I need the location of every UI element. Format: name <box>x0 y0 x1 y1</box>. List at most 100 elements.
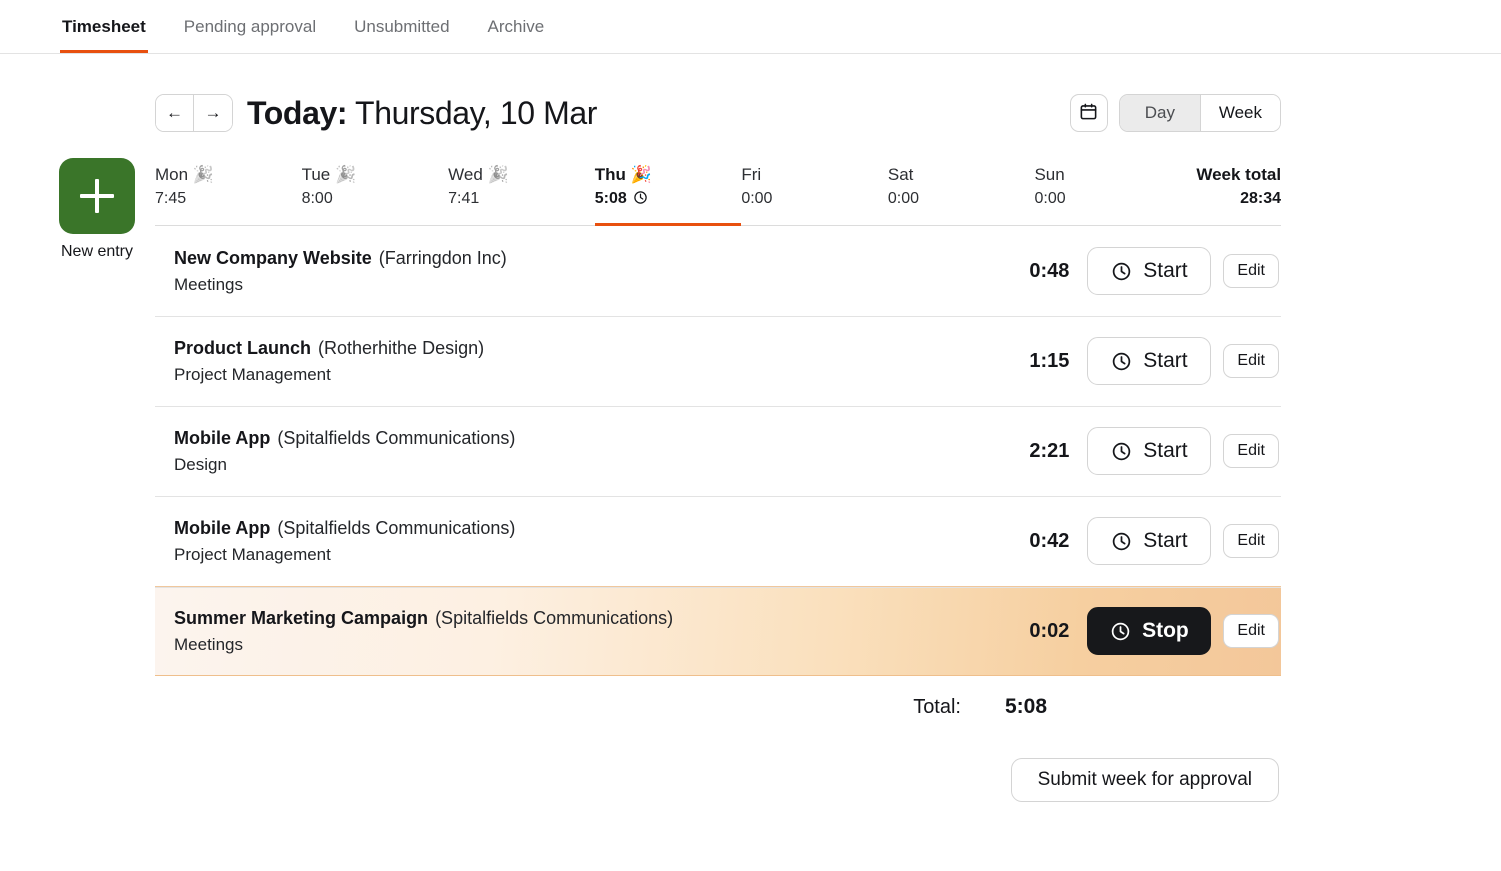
weekday-name: Sat <box>887 165 914 184</box>
start-timer-button[interactable]: Start <box>1087 337 1212 386</box>
new-entry-rail: New entry <box>59 158 135 261</box>
timesheet-entry-row[interactable]: Summer Marketing Campaign (Spitalfields C… <box>155 586 1281 677</box>
entry-client: (Rotherhithe Design) <box>318 337 485 358</box>
timer-button-label: Start <box>1143 529 1188 553</box>
edit-entry-button[interactable]: Edit <box>1223 524 1279 559</box>
party-popper-icon: 🎉 <box>330 165 357 184</box>
edit-entry-button[interactable]: Edit <box>1223 344 1279 379</box>
page-title-prefix: Today: <box>247 95 348 131</box>
next-day-button[interactable]: → <box>194 95 232 131</box>
entry-task: Design <box>174 454 227 474</box>
start-timer-button[interactable]: Start <box>1087 247 1212 296</box>
submit-week-button[interactable]: Submit week for approval <box>1010 758 1279 803</box>
new-entry-button[interactable] <box>59 158 135 234</box>
entry-client: (Farringdon Inc) <box>378 247 507 268</box>
entry-info: New Company Website (Farringdon Inc) Meeti… <box>174 245 991 298</box>
entry-info: Mobile App (Spitalfields Communications) D… <box>174 425 991 478</box>
view-mode-day[interactable]: Day <box>1119 95 1200 131</box>
page-body: New entry ← → Today: Thursday, 10 Mar Da… <box>0 54 1501 803</box>
entry-project: Summer Marketing Campaign <box>174 607 429 628</box>
entry-info: Mobile App (Spitalfields Communications) P… <box>174 515 991 568</box>
party-popper-icon: 🎉 <box>188 165 214 184</box>
weekday-name: Sun <box>1034 165 1065 184</box>
week-total-label: Week total <box>1196 165 1282 184</box>
party-popper-icon: 🎉 <box>625 165 652 184</box>
stop-timer-button[interactable]: Stop <box>1087 607 1212 656</box>
calendar-picker-button[interactable] <box>1069 94 1108 132</box>
stop-clock-icon <box>1110 621 1131 642</box>
edit-entry-button[interactable]: Edit <box>1223 614 1279 649</box>
week-total: Week total 28:34 <box>1181 164 1281 210</box>
entry-project: New Company Website <box>174 247 372 268</box>
weekday-total: 0:00 <box>1034 189 1066 207</box>
entry-heading: Mobile App (Spitalfields Communications) <box>174 515 991 541</box>
view-mode-week[interactable]: Week <box>1199 95 1280 131</box>
weekday-total: 0:00 <box>887 189 920 207</box>
weekday-strip: Mon 🎉 7:45 Tue 🎉 8:00 Wed 🎉 7:41 Thu 🎉 5:08 Fri 0… <box>155 164 1281 227</box>
running-clock-icon <box>633 189 648 212</box>
entry-task: Meetings <box>174 634 243 654</box>
view-mode-toggle: Day Week <box>1118 94 1281 132</box>
plus-icon <box>80 179 114 213</box>
timesheet-main: ← → Today: Thursday, 10 Mar Day Week Mon… <box>155 54 1281 803</box>
entry-duration: 0:02 <box>1029 619 1070 642</box>
entry-task: Meetings <box>174 274 243 294</box>
entry-project: Mobile App <box>174 517 271 538</box>
timesheet-entry-row[interactable]: Mobile App (Spitalfields Communications) P… <box>155 496 1281 586</box>
entry-duration: 2:21 <box>1029 439 1070 462</box>
entry-heading: Mobile App (Spitalfields Communications) <box>174 425 991 451</box>
weekday-mon[interactable]: Mon 🎉 7:45 <box>155 164 302 224</box>
weekday-wed[interactable]: Wed 🎉 7:41 <box>448 164 595 224</box>
start-clock-icon <box>1111 351 1132 372</box>
tab-archive[interactable]: Archive <box>486 0 547 52</box>
entry-client: (Spitalfields Communications) <box>435 607 674 628</box>
entry-project: Product Launch <box>174 337 312 358</box>
entry-duration: 1:15 <box>1029 349 1070 372</box>
timesheet-entry-row[interactable]: Mobile App (Spitalfields Communications) D… <box>155 406 1281 496</box>
entry-project: Mobile App <box>174 427 271 448</box>
timesheet-entry-row[interactable]: New Company Website (Farringdon Inc) Meeti… <box>155 226 1281 316</box>
day-total-value: 5:08 <box>1005 695 1048 719</box>
page-title-date: Thursday, 10 Mar <box>355 95 598 131</box>
start-timer-button[interactable]: Start <box>1087 427 1212 476</box>
weekday-name: Mon <box>155 165 189 184</box>
start-timer-button[interactable]: Start <box>1087 517 1212 566</box>
weekday-total: 7:41 <box>448 189 480 207</box>
weekday-name: Fri <box>741 165 762 184</box>
start-clock-icon <box>1111 441 1132 462</box>
day-total-label: Total: <box>913 695 961 718</box>
entry-duration: 0:42 <box>1029 529 1070 552</box>
tab-pending-approval[interactable]: Pending approval <box>182 0 318 52</box>
timer-button-label: Stop <box>1142 619 1189 643</box>
start-clock-icon <box>1111 531 1132 552</box>
start-clock-icon <box>1111 261 1132 282</box>
weekday-sun[interactable]: Sun 0:00 <box>1034 164 1181 224</box>
tab-timesheet[interactable]: Timesheet <box>60 0 148 53</box>
calendar-icon <box>1079 102 1098 124</box>
edit-entry-button[interactable]: Edit <box>1223 254 1279 289</box>
weekday-sat[interactable]: Sat 0:00 <box>888 164 1035 224</box>
entry-heading: Summer Marketing Campaign (Spitalfields C… <box>174 605 991 631</box>
entry-client: (Spitalfields Communications) <box>277 517 516 538</box>
new-entry-label: New entry <box>60 243 134 260</box>
day-total-row: Total: 5:08 <box>155 676 1281 738</box>
weekday-total: 7:45 <box>155 189 187 207</box>
weekday-total: 5:08 <box>594 189 627 207</box>
edit-entry-button[interactable]: Edit <box>1223 434 1279 469</box>
previous-day-button[interactable]: ← <box>156 95 194 131</box>
weekday-total: 8:00 <box>301 189 333 207</box>
entry-duration: 0:48 <box>1029 259 1070 282</box>
weekday-fri[interactable]: Fri 0:00 <box>741 164 888 224</box>
weekday-thu[interactable]: Thu 🎉 5:08 <box>594 164 742 227</box>
weekday-tue[interactable]: Tue 🎉 8:00 <box>302 164 449 224</box>
entry-heading: Product Launch (Rotherhithe Design) <box>174 335 991 361</box>
week-total-value: 28:34 <box>1240 189 1282 207</box>
page-title: Today: Thursday, 10 Mar <box>247 97 597 129</box>
tab-unsubmitted[interactable]: Unsubmitted <box>352 0 451 52</box>
timesheet-entry-row[interactable]: Product Launch (Rotherhithe Design) Projec… <box>155 316 1281 406</box>
submit-row: Submit week for approval <box>155 758 1281 803</box>
header-controls: Day Week <box>1069 94 1281 132</box>
entry-task: Project Management <box>174 544 331 564</box>
weekday-total: 0:00 <box>741 189 773 207</box>
entry-info: Product Launch (Rotherhithe Design) Projec… <box>174 335 991 388</box>
